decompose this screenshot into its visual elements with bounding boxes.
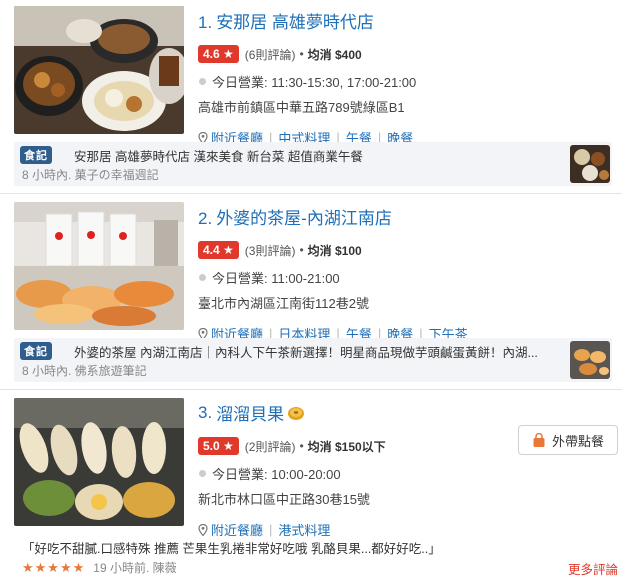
blog-note-title[interactable]: 外婆的茶屋 內湖江南店｜內科人下午茶新選擇！明星商品現做芋頭鹹蛋黃餅！內湖... xyxy=(74,342,554,361)
card-divider xyxy=(0,389,622,390)
blog-note-1[interactable]: 食記 安那居 高雄夢時代店 漢來美食 新台菜 超值商業午餐 8 小時內. 菓子の… xyxy=(14,142,612,186)
opening-hours-text: 今日營業: 10:00-20:00 xyxy=(212,467,341,482)
opening-hours: 今日營業: 10:00-20:00 xyxy=(198,464,618,483)
rating-badge: 4.6 ★ xyxy=(198,45,239,63)
restaurant-1-title[interactable]: 1. 安那居 高雄夢時代店 xyxy=(198,8,618,33)
separator-dot: • xyxy=(299,243,304,257)
tag-link[interactable]: 附近餐廳 xyxy=(211,520,263,539)
restaurant-2-rating-row: 4.4 ★ (3則評論) • 均消 $100 xyxy=(198,241,618,259)
opening-hours-text: 今日營業: 11:00-21:00 xyxy=(212,271,340,286)
opening-hours: 今日營業: 11:00-21:00 xyxy=(198,268,618,287)
review-count[interactable]: (2則評論) xyxy=(245,438,296,455)
review-meta: ★★★★★ 19 小時前. 陳薇 xyxy=(22,559,177,576)
restaurant-3-title[interactable]: 3. 溜溜貝果 xyxy=(198,400,618,425)
tag-link[interactable]: 港式料理 xyxy=(278,520,330,539)
opening-hours: 今日營業: 11:30-15:30, 17:00-21:00 xyxy=(198,72,618,91)
blog-note-title[interactable]: 安那居 高雄夢時代店 漢來美食 新台菜 超值商業午餐 xyxy=(74,146,554,165)
restaurant-1-rating-row: 4.6 ★ (6則評論) • 均消 $400 xyxy=(198,45,618,63)
tag-list: 附近餐廳 | 港式料理 xyxy=(198,520,618,539)
blog-note-source: 8 小時內. 菓子の幸福週記 xyxy=(22,168,159,182)
clock-icon xyxy=(199,78,206,85)
restaurant-2-title[interactable]: 2. 外婆的茶屋-內湖江南店 xyxy=(198,204,618,229)
review-count[interactable]: (3則評論) xyxy=(245,242,296,259)
restaurant-1-name[interactable]: 安那居 高雄夢時代店 xyxy=(216,13,374,32)
restaurant-2-name[interactable]: 外婆的茶屋-內湖江南店 xyxy=(216,209,392,228)
address: 高雄市前鎮區中華五路789號綠區B1 xyxy=(198,100,405,115)
opening-hours-text: 今日營業: 11:30-15:30, 17:00-21:00 xyxy=(212,75,417,90)
restaurant-2-rank: 2. xyxy=(198,209,213,228)
more-reviews-link[interactable]: 更多評論 xyxy=(568,559,618,578)
location-pin-icon xyxy=(198,523,208,536)
average-price: 均消 $100 xyxy=(307,243,362,258)
review-author-time: 19 小時前. 陳薇 xyxy=(93,561,177,575)
blog-note-source: 8 小時內. 佛系旅遊筆記 xyxy=(22,364,147,378)
separator-dot: • xyxy=(299,439,304,453)
restaurant-3-rank: 3. xyxy=(198,402,213,422)
clock-icon xyxy=(199,274,206,281)
restaurant-2-photo[interactable] xyxy=(14,202,184,330)
review-count[interactable]: (6則評論) xyxy=(245,46,296,63)
review-stars: ★★★★★ xyxy=(22,559,86,575)
food-blog-label: 食記 xyxy=(20,146,52,164)
rating-badge: 5.0 ★ xyxy=(198,437,239,455)
blog-note-2[interactable]: 食記 外婆的茶屋 內湖江南店｜內科人下午茶新選擇！明星商品現做芋頭鹹蛋黃餅！內湖… xyxy=(14,338,612,382)
address: 新北市林口區中正路30巷15號 xyxy=(198,492,370,507)
clock-icon xyxy=(199,470,206,477)
rating-badge: 4.4 ★ xyxy=(198,241,239,259)
blog-note-thumbnail[interactable] xyxy=(570,145,610,183)
bagel-emoji-icon xyxy=(287,405,305,421)
blog-note-thumbnail[interactable] xyxy=(570,341,610,379)
card-divider xyxy=(0,193,622,194)
review-snippet[interactable]: 「好吃不甜膩.口感特殊 推薦 芒果生乳捲非常好吃哦 乳酪貝果...都好好吃..」 xyxy=(22,538,441,557)
restaurant-3-name[interactable]: 溜溜貝果 xyxy=(216,400,284,425)
food-blog-label: 食記 xyxy=(20,342,52,360)
shopping-bag-icon xyxy=(532,432,546,448)
takeout-order-button[interactable]: 外帶點餐 xyxy=(518,425,618,455)
takeout-order-label: 外帶點餐 xyxy=(551,433,604,449)
restaurant-1-rank: 1. xyxy=(198,13,213,32)
average-price: 均消 $400 xyxy=(307,47,362,62)
average-price: 均消 $150以下 xyxy=(307,439,386,454)
restaurant-3-photo[interactable] xyxy=(14,398,184,526)
restaurant-1-photo[interactable] xyxy=(14,6,184,134)
address: 臺北市內湖區江南街112巷2號 xyxy=(198,296,369,311)
separator-dot: • xyxy=(299,47,304,61)
